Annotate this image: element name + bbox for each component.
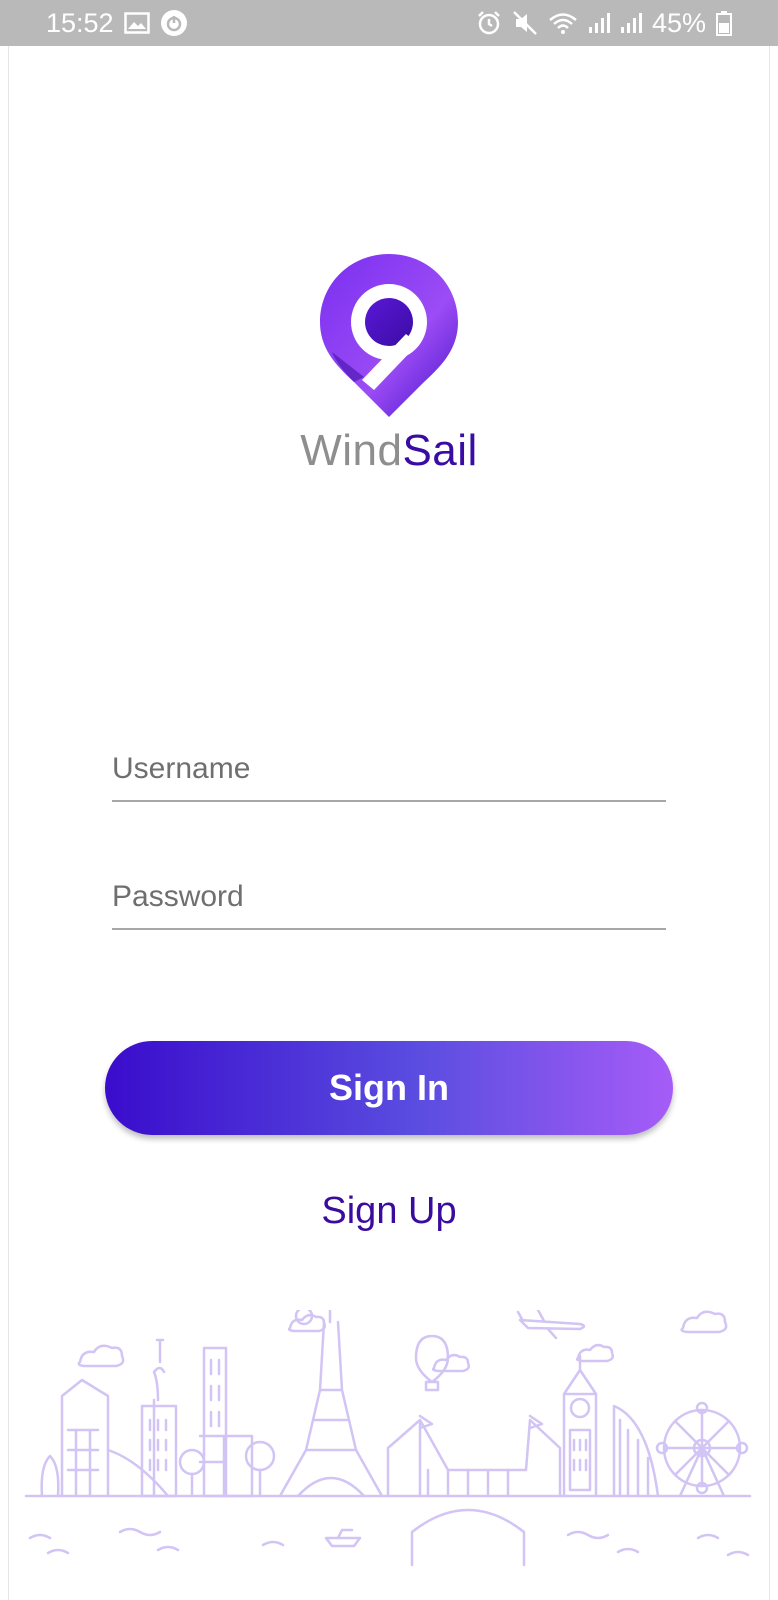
wordmark-sail: Sail: [402, 426, 478, 475]
username-input[interactable]: [112, 752, 666, 800]
sign-up-link[interactable]: Sign Up: [0, 1190, 778, 1233]
username-field-container: [112, 752, 666, 802]
wifi-icon: [548, 11, 578, 35]
status-bar: 15:52 45%: [0, 0, 778, 46]
password-input[interactable]: [112, 880, 666, 928]
signal-icon: [620, 11, 642, 35]
sign-in-button[interactable]: Sign In: [105, 1041, 673, 1135]
alarm-icon: [476, 10, 502, 36]
status-time: 15:52: [46, 7, 114, 38]
wordmark-wind: Wind: [300, 426, 403, 475]
location-pin-logo-icon: [314, 252, 464, 427]
mute-icon: [512, 10, 538, 36]
power-circle-icon: [160, 9, 188, 37]
password-field-container: [112, 880, 666, 930]
image-icon: [123, 12, 150, 34]
signal-icon: [588, 11, 610, 35]
app-logo: WindSail: [0, 252, 778, 473]
battery-percent: 45%: [651, 7, 706, 38]
city-skyline-illustration: [24, 1310, 752, 1567]
app-wordmark: WindSail: [300, 429, 478, 473]
battery-icon: [716, 10, 732, 36]
